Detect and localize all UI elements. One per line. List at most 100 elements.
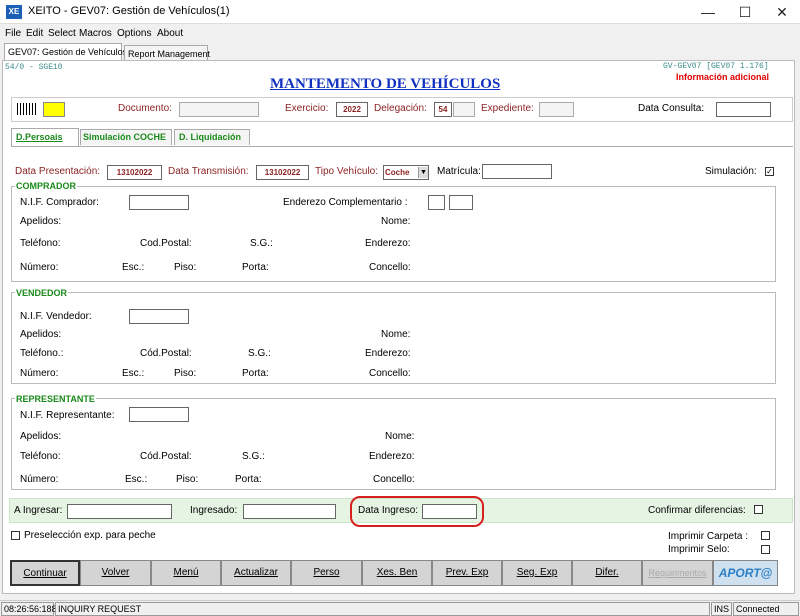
barcode-icon[interactable] bbox=[17, 103, 37, 115]
comprador-telefono-label: Teléfono: bbox=[20, 238, 61, 249]
comprador-piso-label: Piso: bbox=[174, 262, 197, 273]
menu-bar: File Edit Select Macros Options About bbox=[0, 26, 800, 42]
a-ingresar-field[interactable] bbox=[67, 504, 172, 519]
right-code: GV-GEV07 [GEV07 1.176] bbox=[663, 62, 769, 71]
data-consulta-label: Data Consulta: bbox=[638, 103, 705, 114]
seg-exp-button[interactable]: Seg. Exp bbox=[502, 560, 572, 586]
menu-button[interactable]: Menú bbox=[151, 560, 221, 586]
comprador-esc-label: Esc.: bbox=[122, 262, 145, 273]
menu-edit[interactable]: Edit bbox=[26, 28, 43, 39]
vendedor-sg-label: S.G.: bbox=[248, 348, 271, 359]
status-bar: 08:26:56:188 INQUIRY REQUEST INS Connect… bbox=[0, 600, 800, 616]
tipo-vehiculo-select[interactable]: Coche ▼ bbox=[383, 165, 429, 180]
status-time: 08:26:56:188 bbox=[1, 602, 57, 616]
tab-d-liquidacion[interactable]: D. Liquidación bbox=[174, 129, 250, 145]
data-consulta-field[interactable] bbox=[716, 102, 771, 117]
delegacion-sub-field[interactable] bbox=[453, 102, 475, 117]
comprador-nif-field[interactable] bbox=[129, 195, 189, 210]
yellow-indicator[interactable] bbox=[43, 102, 65, 117]
tab-d-persoais[interactable]: D.Persoais bbox=[11, 128, 79, 146]
comprador-enderezo-comp-field-1[interactable] bbox=[428, 195, 445, 210]
imprimir-carpeta-checkbox[interactable] bbox=[761, 531, 770, 540]
window-title: XEITO - GEV07: Gestión de Vehículos(1) bbox=[28, 5, 230, 17]
maximize-icon[interactable]: ☐ bbox=[730, 2, 760, 22]
imprimir-selo-checkbox[interactable] bbox=[761, 545, 770, 554]
requirimentos-button[interactable]: Requirimentos bbox=[642, 560, 713, 586]
title-bar: XE XEITO - GEV07: Gestión de Vehículos(1… bbox=[0, 0, 800, 24]
menu-about[interactable]: About bbox=[157, 28, 183, 39]
difer-button[interactable]: Difer. bbox=[572, 560, 642, 586]
confirmar-diferencias-checkbox[interactable] bbox=[754, 505, 763, 514]
representante-nif-field[interactable] bbox=[129, 407, 189, 422]
tab-gev07[interactable]: GEV07: Gestión de Vehículos bbox=[4, 43, 127, 61]
chevron-down-icon[interactable]: ▼ bbox=[418, 167, 428, 178]
vendedor-piso-label: Piso: bbox=[174, 368, 197, 379]
ingresado-label: Ingresado: bbox=[190, 505, 238, 516]
preseleccion-label: Preselección exp. para peche bbox=[24, 530, 156, 541]
representante-porta-label: Porta: bbox=[235, 474, 262, 485]
simulacion-checkbox[interactable]: ✓ bbox=[765, 167, 774, 176]
representante-sg-label: S.G.: bbox=[242, 451, 265, 462]
volver-button[interactable]: Volver bbox=[80, 560, 151, 586]
representante-nome-label: Nome: bbox=[385, 431, 415, 442]
comprador-sg-label: S.G.: bbox=[250, 238, 273, 249]
data-presentacion-field[interactable]: 13102022 bbox=[107, 165, 162, 180]
exercicio-label: Exercicio: bbox=[285, 103, 329, 114]
aporta-button[interactable]: APORT@ bbox=[713, 560, 778, 586]
documento-field[interactable] bbox=[179, 102, 259, 117]
additional-info-link[interactable]: Información adicional bbox=[676, 72, 769, 82]
vendedor-esc-label: Esc.: bbox=[122, 368, 145, 379]
delegacion-label: Delegación: bbox=[374, 103, 427, 114]
xes-ben-button[interactable]: Xes. Ben bbox=[362, 560, 432, 586]
representante-piso-label: Piso: bbox=[176, 474, 199, 485]
delegacion-field[interactable]: 54 bbox=[434, 102, 452, 117]
simulacion-label: Simulación: bbox=[705, 166, 757, 177]
data-transmision-field[interactable]: 13102022 bbox=[256, 165, 309, 180]
vendedor-nif-field[interactable] bbox=[129, 309, 189, 324]
perso-button[interactable]: Perso bbox=[291, 560, 362, 586]
matricula-field[interactable] bbox=[482, 164, 552, 179]
ingresado-field[interactable] bbox=[243, 504, 336, 519]
actualizar-button[interactable]: Actualizar bbox=[221, 560, 291, 586]
exercicio-field[interactable]: 2022 bbox=[336, 102, 368, 117]
close-icon[interactable]: ✕ bbox=[767, 2, 797, 22]
comprador-numero-label: Número: bbox=[20, 262, 59, 273]
menu-macros[interactable]: Macros bbox=[79, 28, 112, 39]
imprimir-carpeta-label: Imprimir Carpeta : bbox=[668, 531, 749, 542]
documento-label: Documento: bbox=[118, 103, 172, 114]
comprador-title: COMPRADOR bbox=[15, 181, 77, 191]
tab-simulacion-coche[interactable]: Simulación COCHE bbox=[80, 129, 172, 145]
menu-select[interactable]: Select bbox=[48, 28, 76, 39]
tipo-vehiculo-value: Coche bbox=[385, 168, 410, 177]
menu-file[interactable]: File bbox=[5, 28, 21, 39]
continuar-button[interactable]: Continuar bbox=[10, 560, 80, 586]
representante-nif-label: N.I.F. Representante: bbox=[20, 410, 115, 421]
tipo-vehiculo-label: Tipo Vehículo: bbox=[315, 166, 379, 177]
data-presentacion-label: Data Presentación: bbox=[15, 166, 101, 177]
tab-d-persoais-label: D.Persoais bbox=[16, 132, 63, 142]
confirmar-diferencias-label: Confirmar diferencias: bbox=[648, 505, 746, 516]
comprador-concello-label: Concello: bbox=[369, 262, 411, 273]
representante-numero-label: Número: bbox=[20, 474, 59, 485]
vendedor-numero-label: Número: bbox=[20, 368, 59, 379]
expediente-field[interactable] bbox=[539, 102, 574, 117]
minimize-icon[interactable]: — bbox=[693, 2, 723, 22]
menu-options[interactable]: Options bbox=[117, 28, 151, 39]
tab-report-management[interactable]: Report Management bbox=[124, 45, 210, 61]
vendedor-enderezo-label: Enderezo: bbox=[365, 348, 411, 359]
imprimir-selo-label: Imprimir Selo: bbox=[668, 544, 730, 555]
data-ingreso-field[interactable] bbox=[422, 504, 477, 519]
status-ins: INS bbox=[711, 602, 732, 616]
preseleccion-checkbox[interactable] bbox=[11, 531, 20, 540]
comprador-enderezo-comp-field-2[interactable] bbox=[449, 195, 473, 210]
comprador-nif-label: N.I.F. Comprador: bbox=[20, 197, 99, 208]
page-title: MANTEMENTO DE VEHÍCULOS bbox=[270, 76, 501, 92]
tab-d-liquidacion-label: D. Liquidación bbox=[179, 132, 241, 142]
app-icon: XE bbox=[6, 5, 22, 19]
vendedor-telefono-label: Teléfono.: bbox=[20, 348, 64, 359]
prev-exp-button[interactable]: Prev. Exp bbox=[432, 560, 502, 586]
comprador-porta-label: Porta: bbox=[242, 262, 269, 273]
comprador-enderezo-label: Enderezo: bbox=[365, 238, 411, 249]
tab-divider bbox=[11, 146, 793, 147]
left-code: 54/0 - SGE10 bbox=[5, 63, 63, 72]
